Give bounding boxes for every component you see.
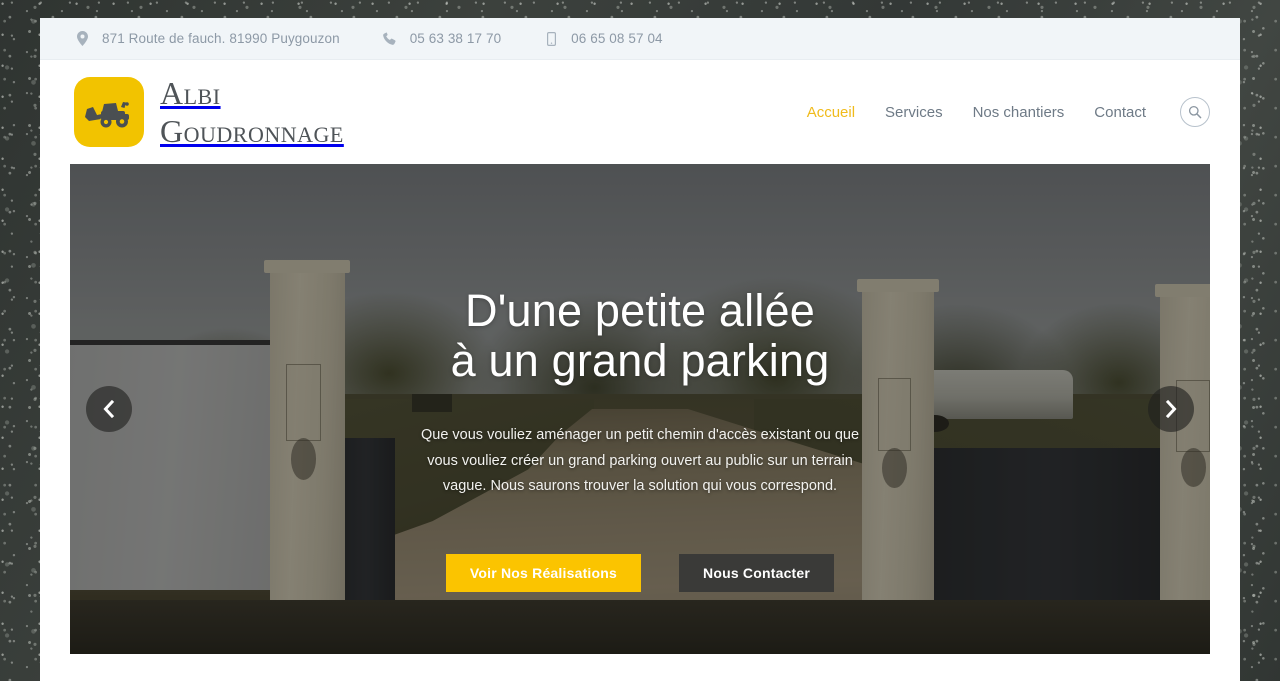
mobile-info: 06 65 08 57 04 xyxy=(543,31,663,46)
nav-item-accueil[interactable]: Accueil xyxy=(807,104,855,121)
brand-line-1: Albi xyxy=(160,75,221,111)
main-navigation: Accueil Services Nos chantiers Contact xyxy=(777,97,1210,127)
hero-title-line-2: à un grand parking xyxy=(450,335,830,387)
map-pin-icon xyxy=(74,31,90,46)
mobile-text: 06 65 08 57 04 xyxy=(571,31,663,46)
nav-item-services[interactable]: Services xyxy=(885,104,943,121)
phone-info: 05 63 38 17 70 xyxy=(382,31,501,46)
page-container: 871 Route de fauch. 81990 Puygouzon 05 6… xyxy=(40,18,1240,681)
nav-item-contact[interactable]: Contact xyxy=(1094,104,1146,121)
carousel-prev-button[interactable] xyxy=(86,386,132,432)
top-info-bar: 871 Route de fauch. 81990 Puygouzon 05 6… xyxy=(40,18,1240,60)
phone-icon xyxy=(382,31,398,46)
phone-text: 05 63 38 17 70 xyxy=(409,31,502,46)
brand-line-2: Goudronnage xyxy=(160,113,344,149)
hero-slider: D'une petite allée à un grand parking Qu… xyxy=(70,164,1210,654)
chevron-left-icon xyxy=(102,400,116,418)
hero-title-line-1: D'une petite allée xyxy=(465,285,815,336)
address-text: 871 Route de fauch. 81990 Puygouzon xyxy=(102,31,340,46)
hero-title: D'une petite allée à un grand parking xyxy=(450,285,830,387)
bulldozer-icon xyxy=(74,77,144,147)
search-button[interactable] xyxy=(1180,97,1210,127)
voir-nos-realisations-button[interactable]: Voir Nos Réalisations xyxy=(445,554,642,593)
chevron-right-icon xyxy=(1164,400,1178,418)
hero-cta-group: Voir Nos Réalisations Nous Contacter xyxy=(445,554,835,593)
address-info: 871 Route de fauch. 81990 Puygouzon xyxy=(74,31,340,46)
nous-contacter-button[interactable]: Nous Contacter xyxy=(679,554,835,593)
hero-content: D'une petite allée à un grand parking Qu… xyxy=(70,164,1210,654)
brand-logo-link[interactable]: Albi Goudronnage xyxy=(74,77,344,147)
brand-name: Albi Goudronnage xyxy=(160,77,344,147)
mobile-phone-icon xyxy=(543,31,559,46)
search-icon xyxy=(1188,105,1202,119)
carousel-next-button[interactable] xyxy=(1148,386,1194,432)
site-header: Albi Goudronnage Accueil Services Nos ch… xyxy=(40,60,1240,164)
hero-paragraph: Que vous vouliez aménager un petit chemi… xyxy=(420,426,860,495)
nav-item-nos-chantiers[interactable]: Nos chantiers xyxy=(973,104,1065,121)
